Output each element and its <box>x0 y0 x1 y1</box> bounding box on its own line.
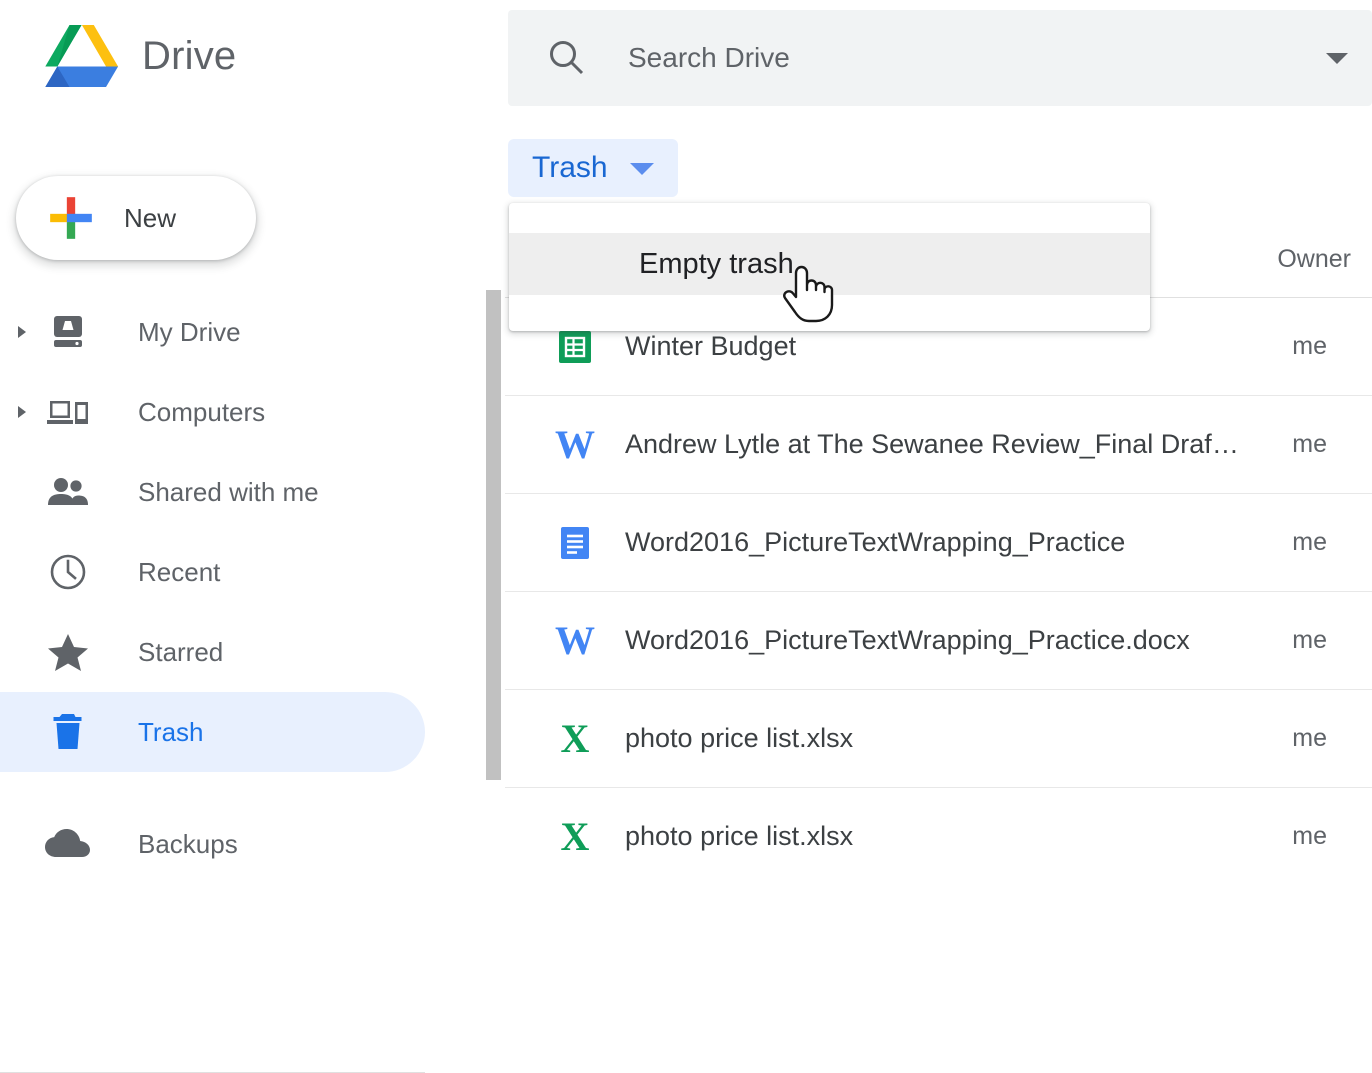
table-row[interactable]: X photo price list.xlsx me <box>505 690 1372 788</box>
people-icon <box>44 468 92 516</box>
excel-letter-glyph: X <box>561 817 590 857</box>
sidebar-item-label: Backups <box>138 829 238 860</box>
sidebar-nav: My Drive Computers <box>0 292 500 884</box>
sidebar-item-shared-with-me[interactable]: Shared with me <box>0 452 425 532</box>
search-bar[interactable] <box>508 10 1372 106</box>
search-icon <box>546 37 588 79</box>
sidebar-item-label: Starred <box>138 637 223 668</box>
menu-item-empty-trash[interactable]: Empty trash <box>509 233 1150 295</box>
file-name: photo price list.xlsx <box>625 723 853 754</box>
table-row[interactable]: W Andrew Lytle at The Sewanee Review_Fin… <box>505 396 1372 494</box>
excel-letter-glyph: X <box>561 719 590 759</box>
breadcrumb-trash-button[interactable]: Trash <box>508 139 678 197</box>
word-letter-glyph: W <box>555 621 595 661</box>
sidebar-item-label: My Drive <box>138 317 241 348</box>
sidebar-item-computers[interactable]: Computers <box>0 372 425 452</box>
search-input[interactable] <box>626 41 1250 75</box>
ms-word-icon: W <box>553 423 597 467</box>
app-brand: Drive <box>44 22 236 90</box>
sidebar: Drive New My Drive <box>0 0 500 872</box>
file-name: Word2016_PictureTextWrapping_Practice <box>625 527 1125 558</box>
sidebar-item-trash[interactable]: Trash <box>0 692 425 772</box>
chevron-down-icon[interactable] <box>628 160 656 177</box>
search-options-chevron-down-icon[interactable] <box>1322 43 1352 73</box>
plus-icon <box>46 193 96 243</box>
file-name: Winter Budget <box>625 331 796 362</box>
main-content: Owner Winter Budget me W Andrew Lytle at <box>500 0 1372 872</box>
file-owner: me <box>1292 528 1327 557</box>
table-row[interactable]: X photo price list.xlsx me <box>505 788 1372 872</box>
sidebar-item-backups[interactable]: Backups <box>0 804 425 884</box>
star-icon <box>44 628 92 676</box>
cloud-icon <box>44 820 92 868</box>
expand-caret-icon[interactable] <box>12 322 32 342</box>
sidebar-item-label: Computers <box>138 397 265 428</box>
sidebar-item-starred[interactable]: Starred <box>0 612 425 692</box>
expand-caret-icon[interactable] <box>12 402 32 422</box>
sidebar-item-my-drive[interactable]: My Drive <box>0 292 425 372</box>
file-name: Andrew Lytle at The Sewanee Review_Final… <box>625 429 1245 460</box>
file-owner: me <box>1292 822 1327 851</box>
computer-devices-icon <box>44 388 92 436</box>
google-docs-icon <box>553 521 597 565</box>
file-owner: me <box>1292 430 1327 459</box>
new-button[interactable]: New <box>16 176 256 260</box>
sidebar-item-recent[interactable]: Recent <box>0 532 425 612</box>
file-name: photo price list.xlsx <box>625 821 853 852</box>
file-owner: me <box>1292 332 1327 361</box>
table-row[interactable]: W Word2016_PictureTextWrapping_Practice.… <box>505 592 1372 690</box>
sidebar-item-label: Recent <box>138 557 220 588</box>
word-letter-glyph: W <box>555 425 595 465</box>
clock-icon <box>44 548 92 596</box>
breadcrumb: Trash <box>532 151 608 185</box>
sidebar-item-label: Trash <box>138 717 204 748</box>
file-name: Word2016_PictureTextWrapping_Practice.do… <box>625 625 1190 656</box>
google-drive-logo-icon <box>44 22 120 90</box>
drive-hard-disk-icon <box>44 308 92 356</box>
app-title: Drive <box>142 34 236 79</box>
file-owner: me <box>1292 724 1327 753</box>
table-row[interactable]: Word2016_PictureTextWrapping_Practice me <box>505 494 1372 592</box>
new-button-label: New <box>124 203 176 234</box>
sidebar-item-label: Shared with me <box>138 477 319 508</box>
ms-excel-icon: X <box>553 815 597 859</box>
ms-excel-icon: X <box>553 717 597 761</box>
trash-icon <box>44 708 92 756</box>
ms-word-icon: W <box>553 619 597 663</box>
vertical-scrollbar-thumb[interactable] <box>486 290 501 780</box>
menu-item-label: Empty trash <box>639 248 794 281</box>
google-sheets-icon <box>553 325 597 369</box>
column-header-owner[interactable]: Owner <box>1277 245 1351 274</box>
trash-dropdown-menu: Empty trash <box>509 203 1150 331</box>
file-owner: me <box>1292 626 1327 655</box>
